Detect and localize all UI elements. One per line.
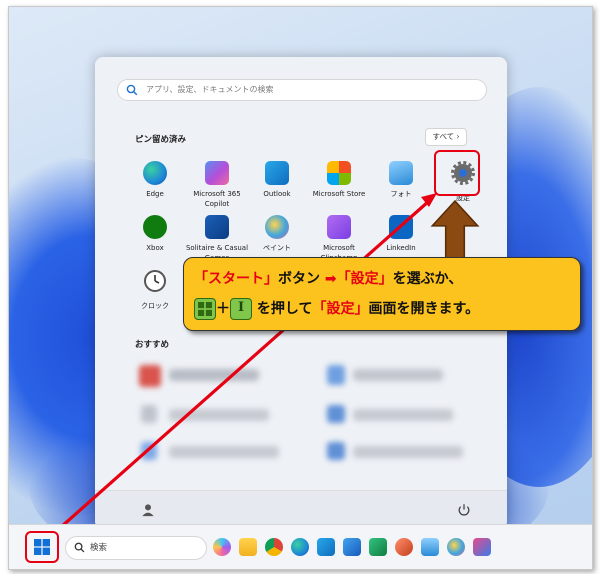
instruction-callout: 「スタート」ボタン ➡「設定」を選ぶか、 ＋ I を押して「設定」画面を開きます。	[183, 257, 581, 331]
taskbar-search-box[interactable]: 検索	[65, 536, 207, 560]
callout-line-1: 「スタート」ボタン ➡「設定」を選ぶか、	[194, 268, 462, 288]
excel-icon[interactable]	[369, 538, 387, 556]
callout-line-2: ＋ I を押して「設定」画面を開きます。	[194, 298, 479, 320]
windows-key-icon	[194, 298, 216, 320]
callout-start-text: 「スタート」	[194, 271, 278, 287]
outlook-icon[interactable]	[317, 538, 335, 556]
snipping-tool-icon[interactable]	[473, 538, 491, 556]
windows-logo-icon	[34, 539, 50, 555]
powerpoint-icon[interactable]	[395, 538, 413, 556]
edge-icon[interactable]	[291, 538, 309, 556]
callout-open-text: 画面を開きます。	[368, 301, 480, 317]
taskbar: 検索	[9, 524, 592, 569]
screenshot-frame: アプリ、設定、ドキュメントの検索 ピン留め済み すべて › Edge Micro…	[8, 6, 593, 570]
i-key-label: I	[237, 300, 245, 315]
callout-press-text: を押して	[256, 301, 313, 317]
paint-icon[interactable]	[447, 538, 465, 556]
callout-settings-text: 「設定」	[336, 271, 393, 287]
copilot-icon[interactable]	[213, 538, 231, 556]
callout-settings-text-2: 「設定」	[312, 301, 369, 317]
search-icon	[74, 542, 85, 553]
i-key: I	[230, 298, 252, 320]
chrome-icon[interactable]	[265, 538, 283, 556]
word-icon[interactable]	[343, 538, 361, 556]
callout-button-text: ボタン	[278, 271, 320, 287]
start-button[interactable]	[25, 531, 59, 563]
right-arrow-icon: ➡	[324, 271, 337, 287]
file-explorer-icon[interactable]	[239, 538, 257, 556]
callout-select-text: を選ぶか、	[392, 271, 463, 287]
notepad-icon[interactable]	[421, 538, 439, 556]
plus-sign: ＋	[216, 301, 230, 317]
taskbar-search-label: 検索	[90, 543, 108, 553]
